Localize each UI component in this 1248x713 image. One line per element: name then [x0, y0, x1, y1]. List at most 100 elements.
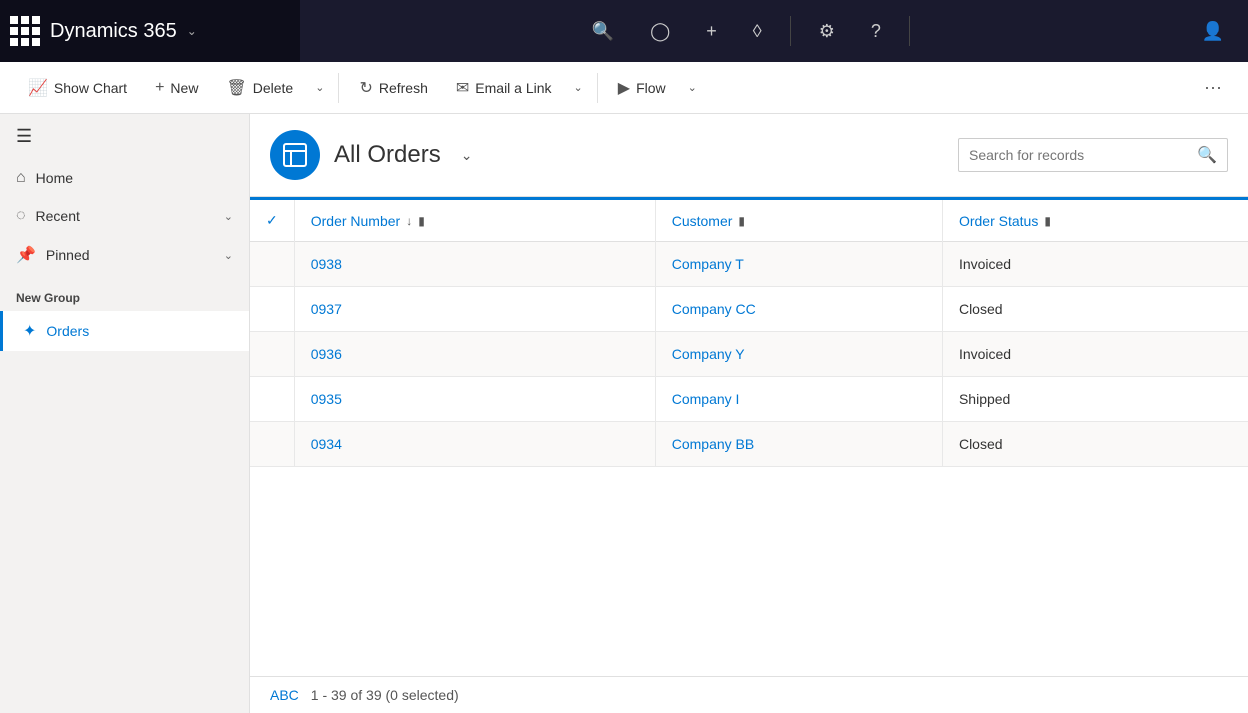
user-nav-icon[interactable]: 👤	[1194, 13, 1232, 50]
td-customer[interactable]: Company BB	[655, 422, 942, 467]
td-check	[250, 422, 294, 467]
plus-nav-icon[interactable]: +	[698, 13, 725, 50]
help-nav-icon[interactable]: ?	[863, 13, 889, 50]
th-order-status-label[interactable]: Order Status	[959, 213, 1038, 229]
footer-abc[interactable]: ABC	[270, 687, 299, 703]
delete-button[interactable]: 🗑 Delete	[214, 72, 305, 104]
page-header: All Orders ⌄ 🔍	[250, 114, 1248, 197]
td-status: Closed	[942, 422, 1248, 467]
nav-separator-2	[909, 16, 910, 46]
email-link-button[interactable]: ✉ Email a Link	[444, 72, 564, 104]
app-title: Dynamics 365	[50, 20, 177, 43]
td-order-number[interactable]: 0938	[294, 242, 655, 287]
nav-separator	[790, 16, 791, 46]
pinned-icon: 📌	[16, 245, 36, 265]
main-layout: ☰ ⌂ Home ◌ Recent ⌄ 📌 Pinned ⌄ New Group…	[0, 114, 1248, 713]
sidebar-pinned-label: Pinned	[46, 247, 90, 263]
recent-nav-icon[interactable]: ◯	[642, 13, 678, 50]
top-nav-left: Dynamics 365 ⌄	[0, 0, 300, 62]
app-grid-button[interactable]	[10, 16, 40, 46]
new-button[interactable]: + New	[143, 73, 210, 103]
td-order-number[interactable]: 0937	[294, 287, 655, 332]
search-icon[interactable]: 🔍	[1197, 145, 1217, 165]
sidebar-orders-label: Orders	[46, 323, 89, 339]
app-title-chevron[interactable]: ⌄	[187, 24, 197, 38]
orders-table: ✓ Order Number ↓ ▮ Custo	[250, 200, 1248, 467]
th-order-status: Order Status ▮	[942, 200, 1248, 242]
more-button[interactable]: ···	[1194, 71, 1232, 104]
delete-icon: 🗑	[226, 78, 246, 98]
orders-icon: ✦	[23, 321, 36, 341]
hamburger-button[interactable]: ☰	[0, 114, 249, 159]
order-number-filter-icon[interactable]: ▮	[418, 214, 425, 228]
new-label: New	[170, 80, 198, 96]
toolbar-sep-1	[338, 73, 339, 103]
check-all-icon[interactable]: ✓	[266, 212, 278, 229]
table-row[interactable]: 0937 Company CC Closed	[250, 287, 1248, 332]
show-chart-label: Show Chart	[54, 80, 127, 96]
th-customer: Customer ▮	[655, 200, 942, 242]
recent-icon: ◌	[16, 207, 26, 225]
sidebar-item-recent[interactable]: ◌ Recent ⌄	[0, 197, 249, 235]
td-order-number[interactable]: 0935	[294, 377, 655, 422]
table-row[interactable]: 0938 Company T Invoiced	[250, 242, 1248, 287]
th-order-number: Order Number ↓ ▮	[294, 200, 655, 242]
th-customer-label[interactable]: Customer	[672, 213, 733, 229]
email-link-label: Email a Link	[475, 80, 551, 96]
customer-filter-icon[interactable]: ▮	[738, 214, 745, 228]
email-link-chevron[interactable]: ⌄	[568, 75, 589, 100]
sidebar-home-label: Home	[36, 170, 73, 186]
td-order-number[interactable]: 0936	[294, 332, 655, 377]
table-row[interactable]: 0934 Company BB Closed	[250, 422, 1248, 467]
orders-table-container: ✓ Order Number ↓ ▮ Custo	[250, 197, 1248, 676]
td-check	[250, 287, 294, 332]
new-group-section: New Group	[0, 275, 249, 311]
refresh-button[interactable]: ↻ Refresh	[347, 72, 439, 104]
refresh-icon: ↻	[359, 78, 372, 98]
sidebar-item-orders[interactable]: ✦ Orders	[0, 311, 249, 351]
content-area: All Orders ⌄ 🔍 ✓	[250, 114, 1248, 713]
page-title-chevron[interactable]: ⌄	[461, 147, 473, 164]
td-check	[250, 332, 294, 377]
home-icon: ⌂	[16, 169, 26, 187]
page-icon	[270, 130, 320, 180]
td-order-number[interactable]: 0934	[294, 422, 655, 467]
td-status: Shipped	[942, 377, 1248, 422]
table-header-row: ✓ Order Number ↓ ▮ Custo	[250, 200, 1248, 242]
footer-paging-info: 1 - 39 of 39 (0 selected)	[311, 687, 459, 703]
sidebar-item-home[interactable]: ⌂ Home	[0, 159, 249, 197]
td-customer[interactable]: Company CC	[655, 287, 942, 332]
order-number-sort-icon[interactable]: ↓	[406, 214, 412, 228]
flow-chevron[interactable]: ⌄	[682, 75, 703, 100]
search-box: 🔍	[958, 138, 1228, 172]
show-chart-button[interactable]: 📈 Show Chart	[16, 72, 139, 104]
flow-icon: ▶	[618, 78, 630, 98]
table-footer: ABC 1 - 39 of 39 (0 selected)	[250, 676, 1248, 713]
recent-chevron: ⌄	[224, 210, 233, 223]
td-check	[250, 242, 294, 287]
flow-label: Flow	[636, 80, 666, 96]
new-icon: +	[155, 79, 164, 97]
th-order-number-label[interactable]: Order Number	[311, 213, 400, 229]
flow-button[interactable]: ▶ Flow	[606, 72, 678, 104]
table-row[interactable]: 0935 Company I Shipped	[250, 377, 1248, 422]
td-status: Closed	[942, 287, 1248, 332]
search-nav-icon[interactable]: 🔍	[584, 13, 622, 50]
delete-chevron[interactable]: ⌄	[309, 75, 330, 100]
top-nav-center: 🔍 ◯ + ◊ ⚙ ?	[300, 13, 1194, 50]
order-status-filter-icon[interactable]: ▮	[1044, 214, 1051, 228]
table-body: 0938 Company T Invoiced 0937 Company CC …	[250, 242, 1248, 467]
toolbar-sep-2	[597, 73, 598, 103]
settings-nav-icon[interactable]: ⚙	[811, 13, 843, 50]
search-input[interactable]	[969, 147, 1189, 163]
td-customer[interactable]: Company Y	[655, 332, 942, 377]
refresh-label: Refresh	[379, 80, 428, 96]
show-chart-icon: 📈	[28, 78, 48, 98]
filter-nav-icon[interactable]: ◊	[745, 13, 770, 50]
table-row[interactable]: 0936 Company Y Invoiced	[250, 332, 1248, 377]
td-status: Invoiced	[942, 242, 1248, 287]
sidebar-item-pinned[interactable]: 📌 Pinned ⌄	[0, 235, 249, 275]
td-customer[interactable]: Company T	[655, 242, 942, 287]
td-customer[interactable]: Company I	[655, 377, 942, 422]
email-link-icon: ✉	[456, 78, 469, 98]
